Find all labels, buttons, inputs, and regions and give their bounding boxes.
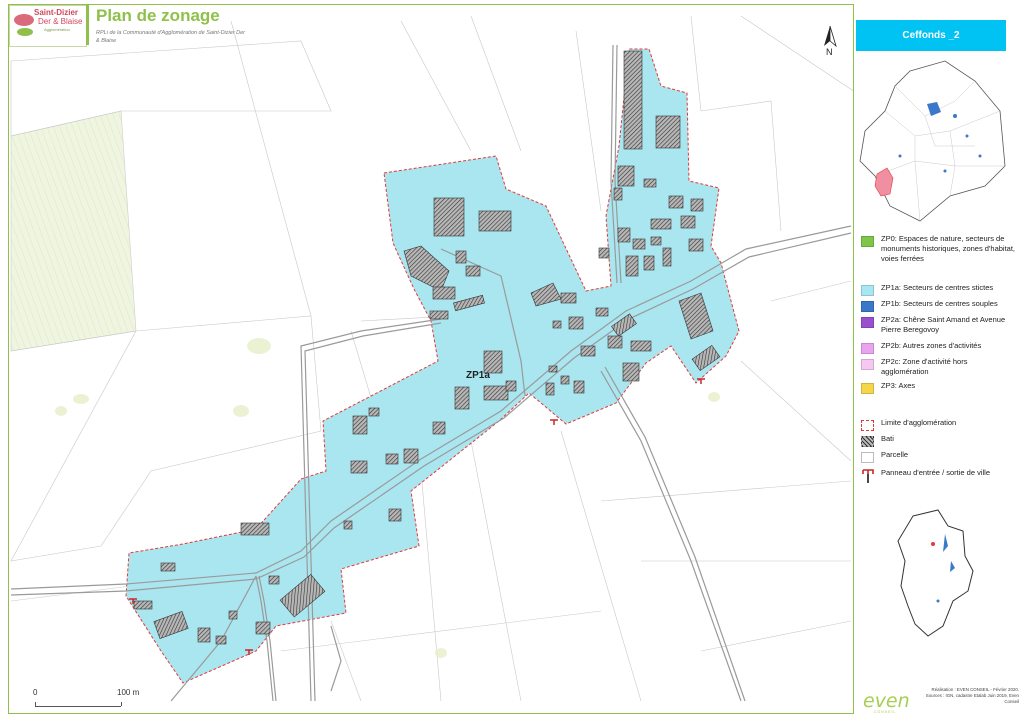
- scale-end-label: 100 m: [117, 688, 140, 697]
- scale-start-label: 0: [33, 688, 38, 697]
- town-sign-marker: [550, 419, 558, 425]
- credits: Réalisation : EVEN CONSEIL - Février 202…: [925, 687, 1019, 704]
- commune-name: Ceffonds _2: [856, 20, 1006, 51]
- legend-label: Panneau d'entrée / sortie de ville: [881, 468, 991, 477]
- north-label: N: [826, 47, 833, 57]
- swatch-zp2a: [861, 317, 874, 328]
- scale-bar: 0 100 m: [33, 688, 203, 708]
- legend-label: ZP2c: Zone d'activité hors agglomération: [881, 357, 968, 376]
- north-arrow-icon: [824, 25, 837, 48]
- swatch-zp1b: [861, 301, 874, 312]
- town-sign-icon: [862, 469, 874, 483]
- swatch-parcelle: [861, 452, 874, 463]
- communes-locator-map: [859, 60, 1006, 222]
- legend-label: Parcelle: [881, 450, 909, 459]
- title-divider: [86, 5, 89, 45]
- swatch-zp0: [861, 236, 874, 247]
- swatch-limit: [861, 420, 874, 431]
- legend-label: ZP0: Espaces de nature, secteurs de monu…: [881, 234, 1016, 263]
- logo-text: Der & Blaise: [38, 17, 83, 26]
- north-arrow: N: [820, 24, 840, 64]
- map-subtitle: RPLi de la Communauté d'Agglomération de…: [96, 30, 246, 44]
- swatch-zp3: [861, 383, 874, 394]
- legend-label: ZP1a: Secteurs de centres stictes: [881, 283, 994, 292]
- swatch-zp2c: [861, 359, 874, 370]
- logo-text: Agglomération: [44, 27, 70, 32]
- logo-text: Saint-Dizier: [34, 8, 79, 17]
- map-frame[interactable]: ZP1a 0 100 m: [8, 4, 854, 714]
- zone-label-zp1a: ZP1a: [466, 370, 490, 381]
- town-sign-marker: [697, 378, 705, 384]
- even-conseil-subtitle: CONSEIL: [874, 710, 897, 714]
- legend-label: Limite d'agglomération: [881, 418, 957, 427]
- territory-locator-map: [897, 509, 974, 637]
- scale-tick: [121, 702, 122, 706]
- legend-label: Bati: [881, 434, 894, 443]
- scale-line: [35, 706, 121, 707]
- leaf-logo-icon: [14, 14, 34, 36]
- scale-tick: [35, 702, 36, 706]
- swatch-bati: [861, 436, 874, 447]
- swatch-zp1a: [861, 285, 874, 296]
- legend-label: ZP3: Axes: [881, 381, 916, 390]
- zone-zp1a: [125, 48, 740, 684]
- legend-panel: Ceffonds _2 ZP0: Espaces de nature, sect…: [855, 4, 1019, 716]
- agglomeration-logo: Saint-Dizier Der & Blaise Agglomération: [9, 5, 87, 47]
- swatch-zp2b: [861, 343, 874, 354]
- zoning-map[interactable]: [9, 5, 853, 713]
- even-conseil-logo: even: [863, 690, 910, 712]
- legend-label: ZP1b: Secteurs de centres souples: [881, 299, 998, 308]
- legend-label: ZP2b: Autres zones d'activités: [881, 341, 982, 350]
- map-title: Plan de zonage: [96, 6, 220, 25]
- legend-label: ZP2a: Chêne Saint Amand et Avenue Pierre…: [881, 315, 1006, 334]
